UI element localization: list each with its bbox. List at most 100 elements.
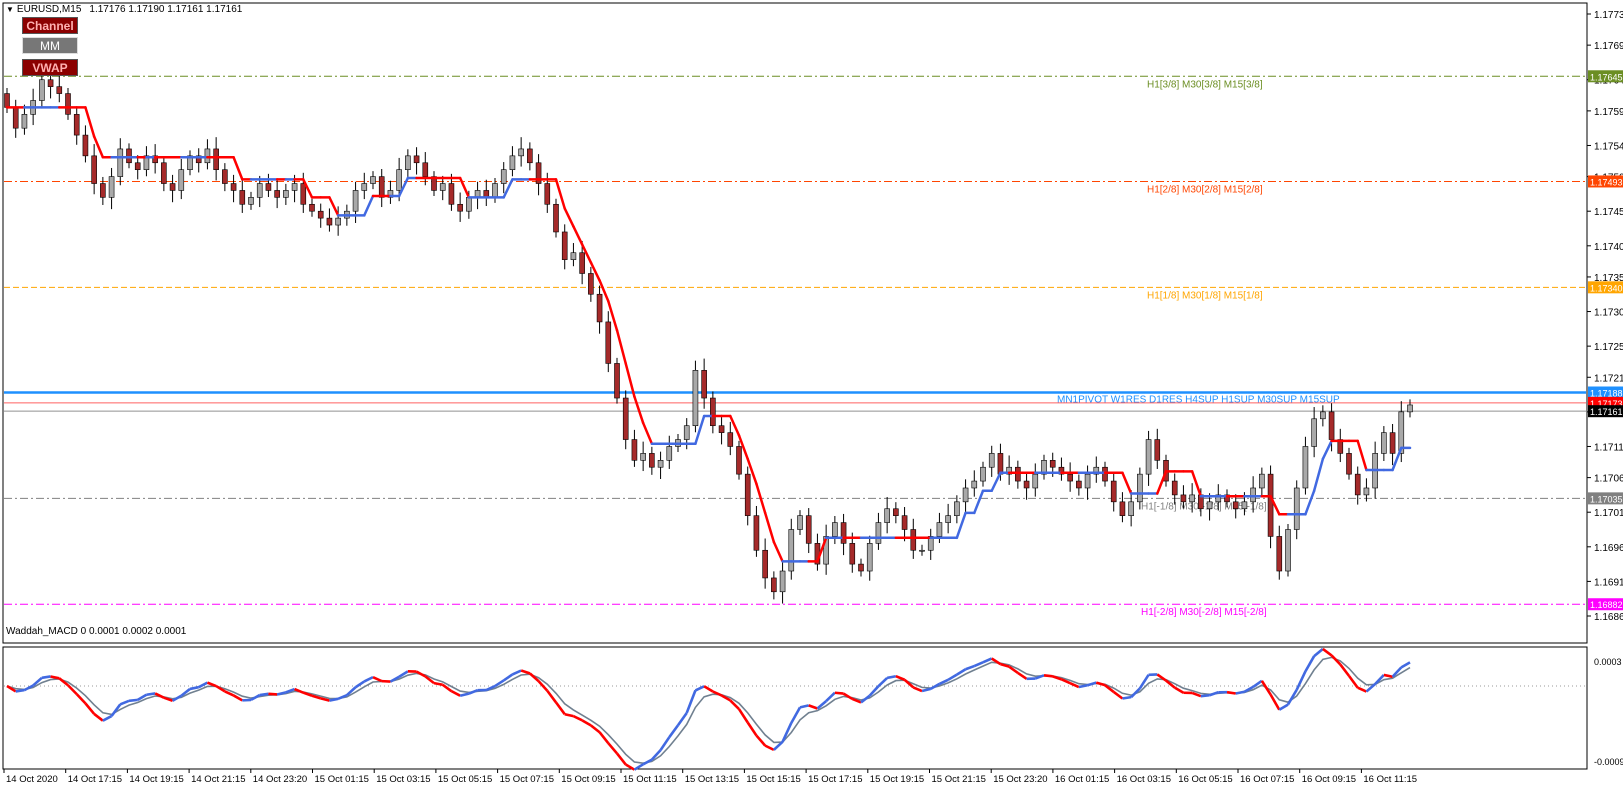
candle-body — [884, 508, 890, 523]
candle-body — [614, 363, 620, 399]
time-tick-label: 15 Oct 21:15 — [932, 774, 986, 785]
candle-body — [561, 231, 568, 260]
time-tick-label: 15 Oct 19:15 — [870, 774, 924, 785]
candle-body — [910, 529, 917, 551]
price-chart[interactable]: H1[3/8] M30[3/8] M15[3/8] H1[2/8] M30[2/8… — [0, 0, 1623, 790]
indicator-title: Waddah_MACD 0 0.0001 0.0002 0.0001 — [6, 626, 187, 637]
level-label: H1[-1/8] M30[-1/8] M15[-1/8] — [1141, 501, 1267, 512]
candle-body — [744, 473, 751, 516]
price-tick-label: 1.17255 — [1594, 342, 1623, 353]
candle-body — [762, 549, 768, 579]
candle-body — [553, 203, 559, 233]
price-tick-label: 1.17450 — [1594, 207, 1623, 218]
candle-body — [1302, 446, 1309, 489]
symbol-label: EURUSD,M15 — [16, 4, 82, 15]
candle-body — [971, 480, 978, 489]
price-tag-label: 1.17035 — [1590, 494, 1623, 504]
candle-body — [413, 155, 420, 164]
macd-segment — [189, 685, 199, 691]
time-tick-label: 14 Oct 19:15 — [129, 774, 183, 785]
candle-body — [1180, 494, 1187, 503]
candle-body — [945, 515, 951, 523]
candle-body — [117, 148, 124, 177]
channel-button[interactable]: Channel — [22, 17, 78, 34]
candle-body — [73, 114, 80, 136]
time-tick-label: 14 Oct 2020 — [6, 774, 58, 785]
price-axis: 1.177351.176901.176401.175951.175451.175… — [1587, 10, 1623, 623]
time-axis: 14 Oct 2020 14 Oct 17:15 14 Oct 19:15 14 Oc… — [3, 769, 1417, 785]
candle-body — [335, 217, 341, 226]
candle-body — [300, 183, 307, 205]
macd-axis-top: 0.0003 — [1594, 657, 1622, 667]
candle-body — [640, 453, 646, 461]
candle-body — [805, 515, 812, 544]
macd-segment — [1235, 690, 1245, 695]
candle-body — [248, 197, 254, 205]
candle-body — [788, 529, 795, 572]
candle-body — [901, 515, 908, 530]
candle-body — [1206, 501, 1213, 510]
macd-axis-bottom: -0.0009 — [1594, 757, 1623, 767]
price-tick-label: 1.16965 — [1594, 543, 1623, 554]
time-tick-label: 15 Oct 17:15 — [808, 774, 862, 785]
macd-segment — [128, 698, 138, 703]
vwap-button[interactable]: VWAP — [22, 59, 78, 76]
macd-segment — [50, 675, 60, 680]
candle-body — [492, 183, 498, 198]
candle-body — [100, 183, 106, 198]
price-tick-label: 1.17015 — [1594, 508, 1623, 519]
candle-body — [509, 155, 516, 170]
candle-body — [849, 543, 856, 565]
level-label: MN1PIVOT W1RES D1RES H4SUP H1SUP M30SUP … — [1057, 394, 1340, 405]
price-tick-label: 1.17690 — [1594, 41, 1623, 52]
macd-segment — [268, 692, 278, 696]
candle-body — [361, 183, 368, 191]
candle-body — [936, 522, 943, 537]
main-panel-frame — [2, 2, 1588, 644]
candle-body — [169, 183, 176, 191]
time-tick-label: 14 Oct 21:15 — [191, 774, 245, 785]
time-tick-label: 15 Oct 07:15 — [500, 774, 554, 785]
candle-body — [500, 169, 507, 184]
candle-body — [1110, 480, 1117, 503]
ohlc-values: 1.17176 1.17190 1.17161 1.17161 — [89, 4, 243, 15]
time-tick-label: 15 Oct 11:15 — [623, 774, 677, 785]
candle-body — [588, 273, 594, 295]
candle-body — [666, 446, 673, 461]
candle-body — [91, 155, 97, 184]
price-tag-label: 1.17493 — [1590, 177, 1623, 187]
candle-body — [718, 425, 725, 433]
candle-body — [317, 210, 324, 219]
candle-body — [466, 197, 472, 212]
candle-body — [579, 252, 585, 274]
candle-body — [1171, 480, 1178, 496]
price-tick-label: 1.17735 — [1594, 10, 1623, 21]
time-tick-label: 15 Oct 15:15 — [746, 774, 800, 785]
price-tick-label: 1.17545 — [1594, 141, 1623, 152]
price-tag-label: 1.17161 — [1590, 407, 1623, 417]
price-tag-label: 1.17340 — [1590, 283, 1623, 293]
collapse-triangle-icon[interactable]: ▼ — [6, 5, 14, 14]
candle-body — [204, 148, 211, 164]
candle-body — [1381, 432, 1387, 454]
candle-body — [1015, 466, 1021, 482]
candle-body — [544, 183, 551, 205]
time-tick-label: 16 Oct 07:15 — [1240, 774, 1294, 785]
candle-body — [56, 86, 63, 94]
candle-body — [1407, 404, 1413, 413]
indicator-panel-frame — [2, 646, 1588, 770]
price-tick-label: 1.17400 — [1594, 242, 1623, 253]
mm-button[interactable]: MM — [22, 37, 78, 54]
candle-body — [1119, 501, 1126, 516]
candle-body — [126, 148, 132, 164]
candle-body — [701, 370, 707, 399]
candle-body — [457, 203, 463, 212]
candle-body — [1346, 453, 1352, 475]
candle-body — [326, 217, 333, 226]
time-tick-label: 15 Oct 09:15 — [561, 774, 615, 785]
candle-body — [1267, 473, 1274, 537]
candle-body — [657, 460, 664, 468]
candle-body — [527, 148, 533, 164]
candle-body — [239, 190, 246, 205]
candle-body — [256, 183, 263, 198]
